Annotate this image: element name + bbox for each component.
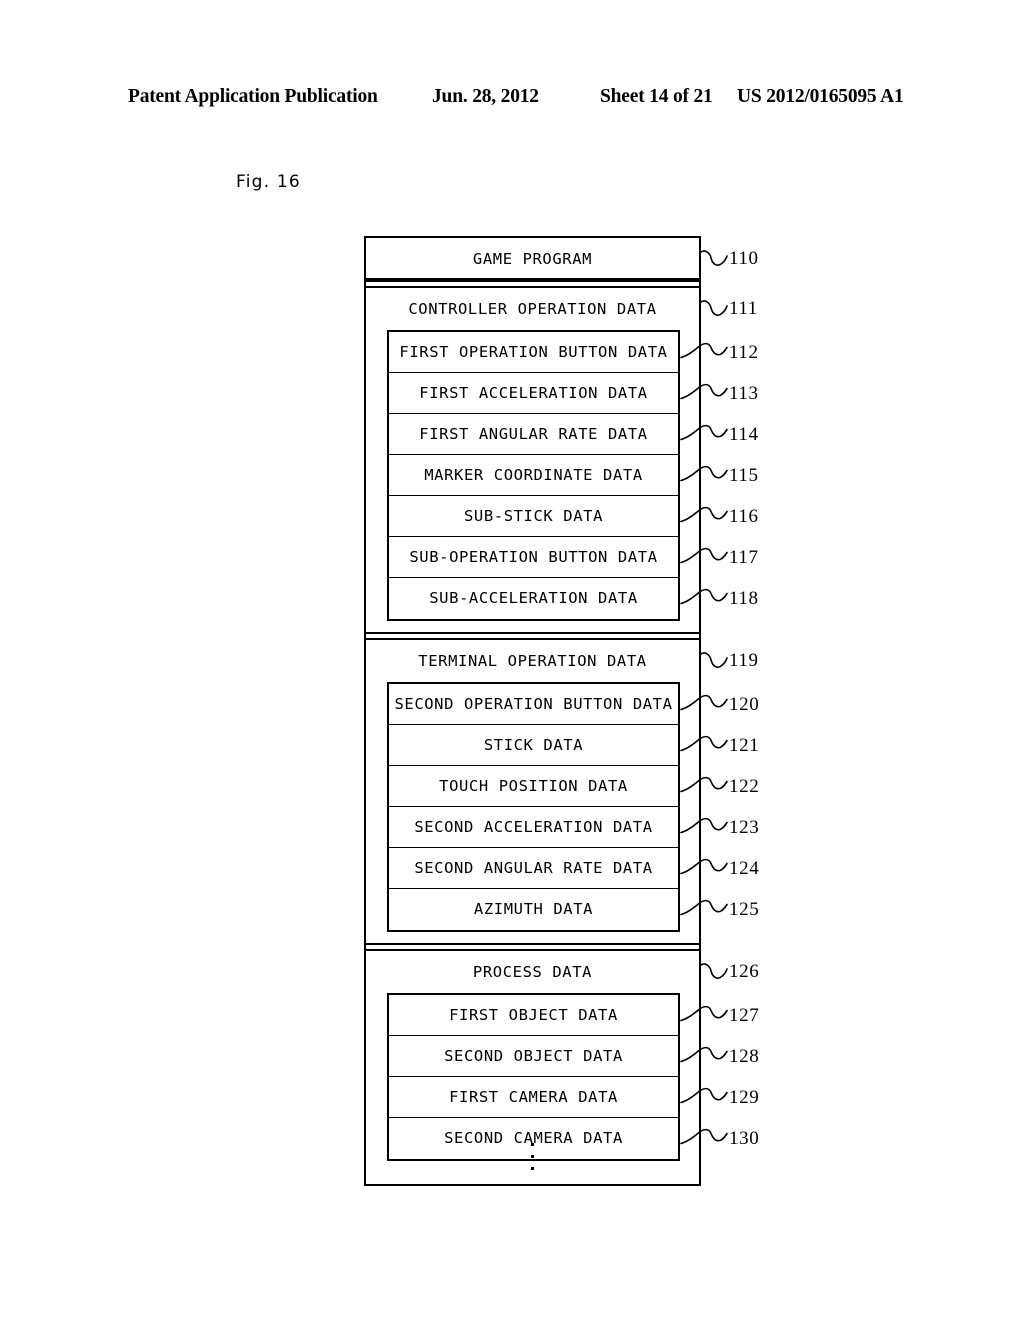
data-row: AZIMUTH DATA xyxy=(473,900,594,918)
data-row: SECOND OPERATION BUTTON DATA xyxy=(389,684,678,725)
reference-numeral: 130 xyxy=(729,1127,760,1149)
reference-numeral: 124 xyxy=(729,857,760,879)
data-group: GAME PROGRAM xyxy=(366,238,699,282)
vertical-ellipsis xyxy=(366,1143,699,1170)
reference-numeral: 114 xyxy=(729,423,759,445)
reference-numeral: 128 xyxy=(729,1045,760,1067)
reference-numeral: 121 xyxy=(729,734,760,756)
data-row: FIRST CAMERA DATA xyxy=(389,1077,678,1118)
page-header: Patent Application Publication Jun. 28, … xyxy=(0,86,1024,112)
data-row: FIRST OBJECT DATA xyxy=(389,995,678,1036)
data-row: FIRST OPERATION BUTTON DATA xyxy=(389,332,678,373)
reference-numeral: 120 xyxy=(729,693,760,715)
reference-numeral: 118 xyxy=(729,587,759,609)
reference-numeral: 123 xyxy=(729,816,760,838)
data-row: FIRST ACCELERATION DATA xyxy=(389,373,678,414)
memory-map-diagram: GAME PROGRAM CONTROLLER OPERATION DATA FIR… xyxy=(364,236,701,1186)
reference-numeral: 129 xyxy=(729,1086,760,1108)
group-title: PROCESS DATA xyxy=(472,963,593,981)
data-row: SECOND ACCELERATION DATA xyxy=(389,807,678,848)
header-date: Jun. 28, 2012 xyxy=(432,86,539,107)
data-row-group: SECOND OPERATION BUTTON DATA STICK DATA TO… xyxy=(387,682,680,932)
leader-line xyxy=(700,250,728,266)
data-group: PROCESS DATA FIRST OBJECT DATA SECOND OBJE… xyxy=(366,949,699,1161)
data-row: SECOND ANGULAR RATE DATA xyxy=(389,848,678,889)
data-row: STICK DATA xyxy=(389,725,678,766)
reference-numeral: 127 xyxy=(729,1004,760,1026)
data-row: SECOND OBJECT DATA xyxy=(389,1036,678,1077)
header-sheet-number: Sheet 14 of 21 xyxy=(600,86,713,107)
leader-line xyxy=(700,300,728,316)
figure-label: Fig. 16 xyxy=(236,172,301,192)
data-row: SUB-STICK DATA xyxy=(389,496,678,537)
reference-numeral: 119 xyxy=(729,650,759,671)
data-row-group: FIRST OPERATION BUTTON DATA FIRST ACCELER… xyxy=(387,330,680,621)
reference-numeral: 125 xyxy=(729,898,760,920)
reference-numeral: 122 xyxy=(729,775,760,797)
reference-numeral: 112 xyxy=(729,341,759,363)
data-row: MARKER COORDINATE DATA xyxy=(389,455,678,496)
data-row-group: FIRST OBJECT DATA SECOND OBJECT DATA FIRST… xyxy=(387,993,680,1161)
leader-line xyxy=(700,652,728,668)
reference-numeral: 126 xyxy=(729,961,760,982)
data-row: SUB-OPERATION BUTTON DATA xyxy=(389,537,678,578)
data-row: FIRST ANGULAR RATE DATA xyxy=(389,414,678,455)
leader-line xyxy=(700,963,728,979)
reference-numeral: 111 xyxy=(729,298,758,319)
header-document-number: US 2012/0165095 A1 xyxy=(737,86,904,107)
group-title: GAME PROGRAM xyxy=(366,238,699,280)
reference-numeral: 117 xyxy=(729,546,759,568)
header-publication-title: Patent Application Publication xyxy=(128,86,378,107)
group-title: TERMINAL OPERATION DATA xyxy=(418,652,647,670)
data-row: TOUCH POSITION DATA xyxy=(389,766,678,807)
reference-numeral: 113 xyxy=(729,382,759,404)
data-row: SUB-ACCELERATION DATA xyxy=(429,589,638,607)
reference-numeral: 115 xyxy=(729,464,759,486)
data-group: TERMINAL OPERATION DATA SECOND OPERATION … xyxy=(366,638,699,945)
group-title: CONTROLLER OPERATION DATA xyxy=(408,300,657,318)
data-group: CONTROLLER OPERATION DATA FIRST OPERATION… xyxy=(366,286,699,634)
reference-numeral: 116 xyxy=(729,505,759,527)
reference-numeral: 110 xyxy=(729,248,759,269)
